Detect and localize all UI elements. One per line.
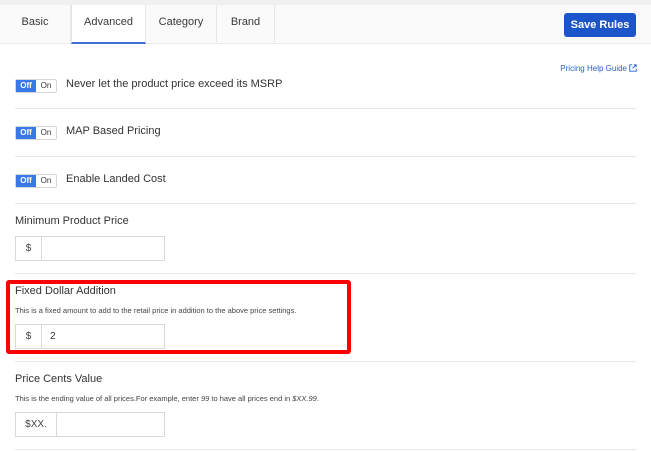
cents-input-group: $XX.	[15, 412, 165, 437]
map-toggle-row: Off On MAP Based Pricing	[15, 125, 636, 141]
toggle-off-label[interactable]: Off	[16, 127, 36, 139]
divider	[15, 156, 636, 157]
min-price-input[interactable]	[42, 237, 164, 260]
landed-cost-toggle[interactable]: Off On	[15, 174, 57, 188]
msrp-toggle[interactable]: Off On	[15, 79, 57, 93]
landed-cost-toggle-row: Off On Enable Landed Cost	[15, 173, 636, 189]
external-link-icon	[629, 64, 637, 72]
cents-prefix: $XX.	[16, 413, 57, 436]
fixed-dollar-help: This is a fixed amount to add to the ret…	[15, 306, 297, 315]
tab-advanced[interactable]: Advanced	[71, 5, 146, 44]
pricing-help-guide-label[interactable]: Pricing Help Guide	[560, 64, 627, 73]
dollar-prefix: $	[16, 325, 42, 348]
toggle-on-label[interactable]: On	[36, 127, 56, 139]
divider	[15, 361, 636, 362]
fixed-dollar-input-group: $	[15, 324, 165, 349]
toggle-on-label[interactable]: On	[36, 80, 56, 92]
cents-help-middle: to have all prices end in	[209, 394, 293, 403]
cents-help-result: $XX.99	[292, 394, 317, 403]
msrp-toggle-label: Never let the product price exceed its M…	[66, 78, 283, 90]
tab-brand[interactable]: Brand	[217, 5, 275, 42]
divider	[15, 449, 636, 450]
tab-category[interactable]: Category	[146, 5, 217, 42]
fixed-dollar-input[interactable]	[42, 325, 164, 348]
min-price-section: Minimum Product Price $	[15, 215, 636, 263]
cents-help-prefix: This is the ending value of all prices.F…	[15, 394, 201, 403]
fixed-dollar-label: Fixed Dollar Addition	[15, 285, 116, 297]
divider	[15, 273, 636, 274]
tab-bar: Basic Advanced Category Brand	[0, 5, 651, 44]
save-rules-button[interactable]: Save Rules	[564, 13, 636, 37]
map-pricing-toggle[interactable]: Off On	[15, 126, 57, 140]
dollar-prefix: $	[16, 237, 42, 260]
tab-basic[interactable]: Basic	[0, 5, 71, 42]
cents-section: Price Cents Value This is the ending val…	[15, 373, 636, 439]
pricing-help-guide-link[interactable]: Pricing Help Guide	[560, 64, 637, 73]
toggle-off-label[interactable]: Off	[16, 175, 36, 187]
cents-help: This is the ending value of all prices.F…	[15, 394, 319, 403]
toggle-off-label[interactable]: Off	[16, 80, 36, 92]
divider	[15, 108, 636, 109]
msrp-toggle-row: Off On Never let the product price excee…	[15, 78, 636, 94]
cents-help-suffix: .	[316, 394, 319, 403]
fixed-dollar-section: Fixed Dollar Addition This is a fixed am…	[15, 285, 636, 351]
cents-label: Price Cents Value	[15, 373, 103, 385]
toggle-on-label[interactable]: On	[36, 175, 56, 187]
landed-cost-toggle-label: Enable Landed Cost	[66, 173, 166, 185]
map-toggle-label: MAP Based Pricing	[66, 125, 161, 137]
divider	[15, 203, 636, 204]
cents-input[interactable]	[57, 413, 164, 436]
min-price-label: Minimum Product Price	[15, 215, 129, 227]
min-price-input-group: $	[15, 236, 165, 261]
